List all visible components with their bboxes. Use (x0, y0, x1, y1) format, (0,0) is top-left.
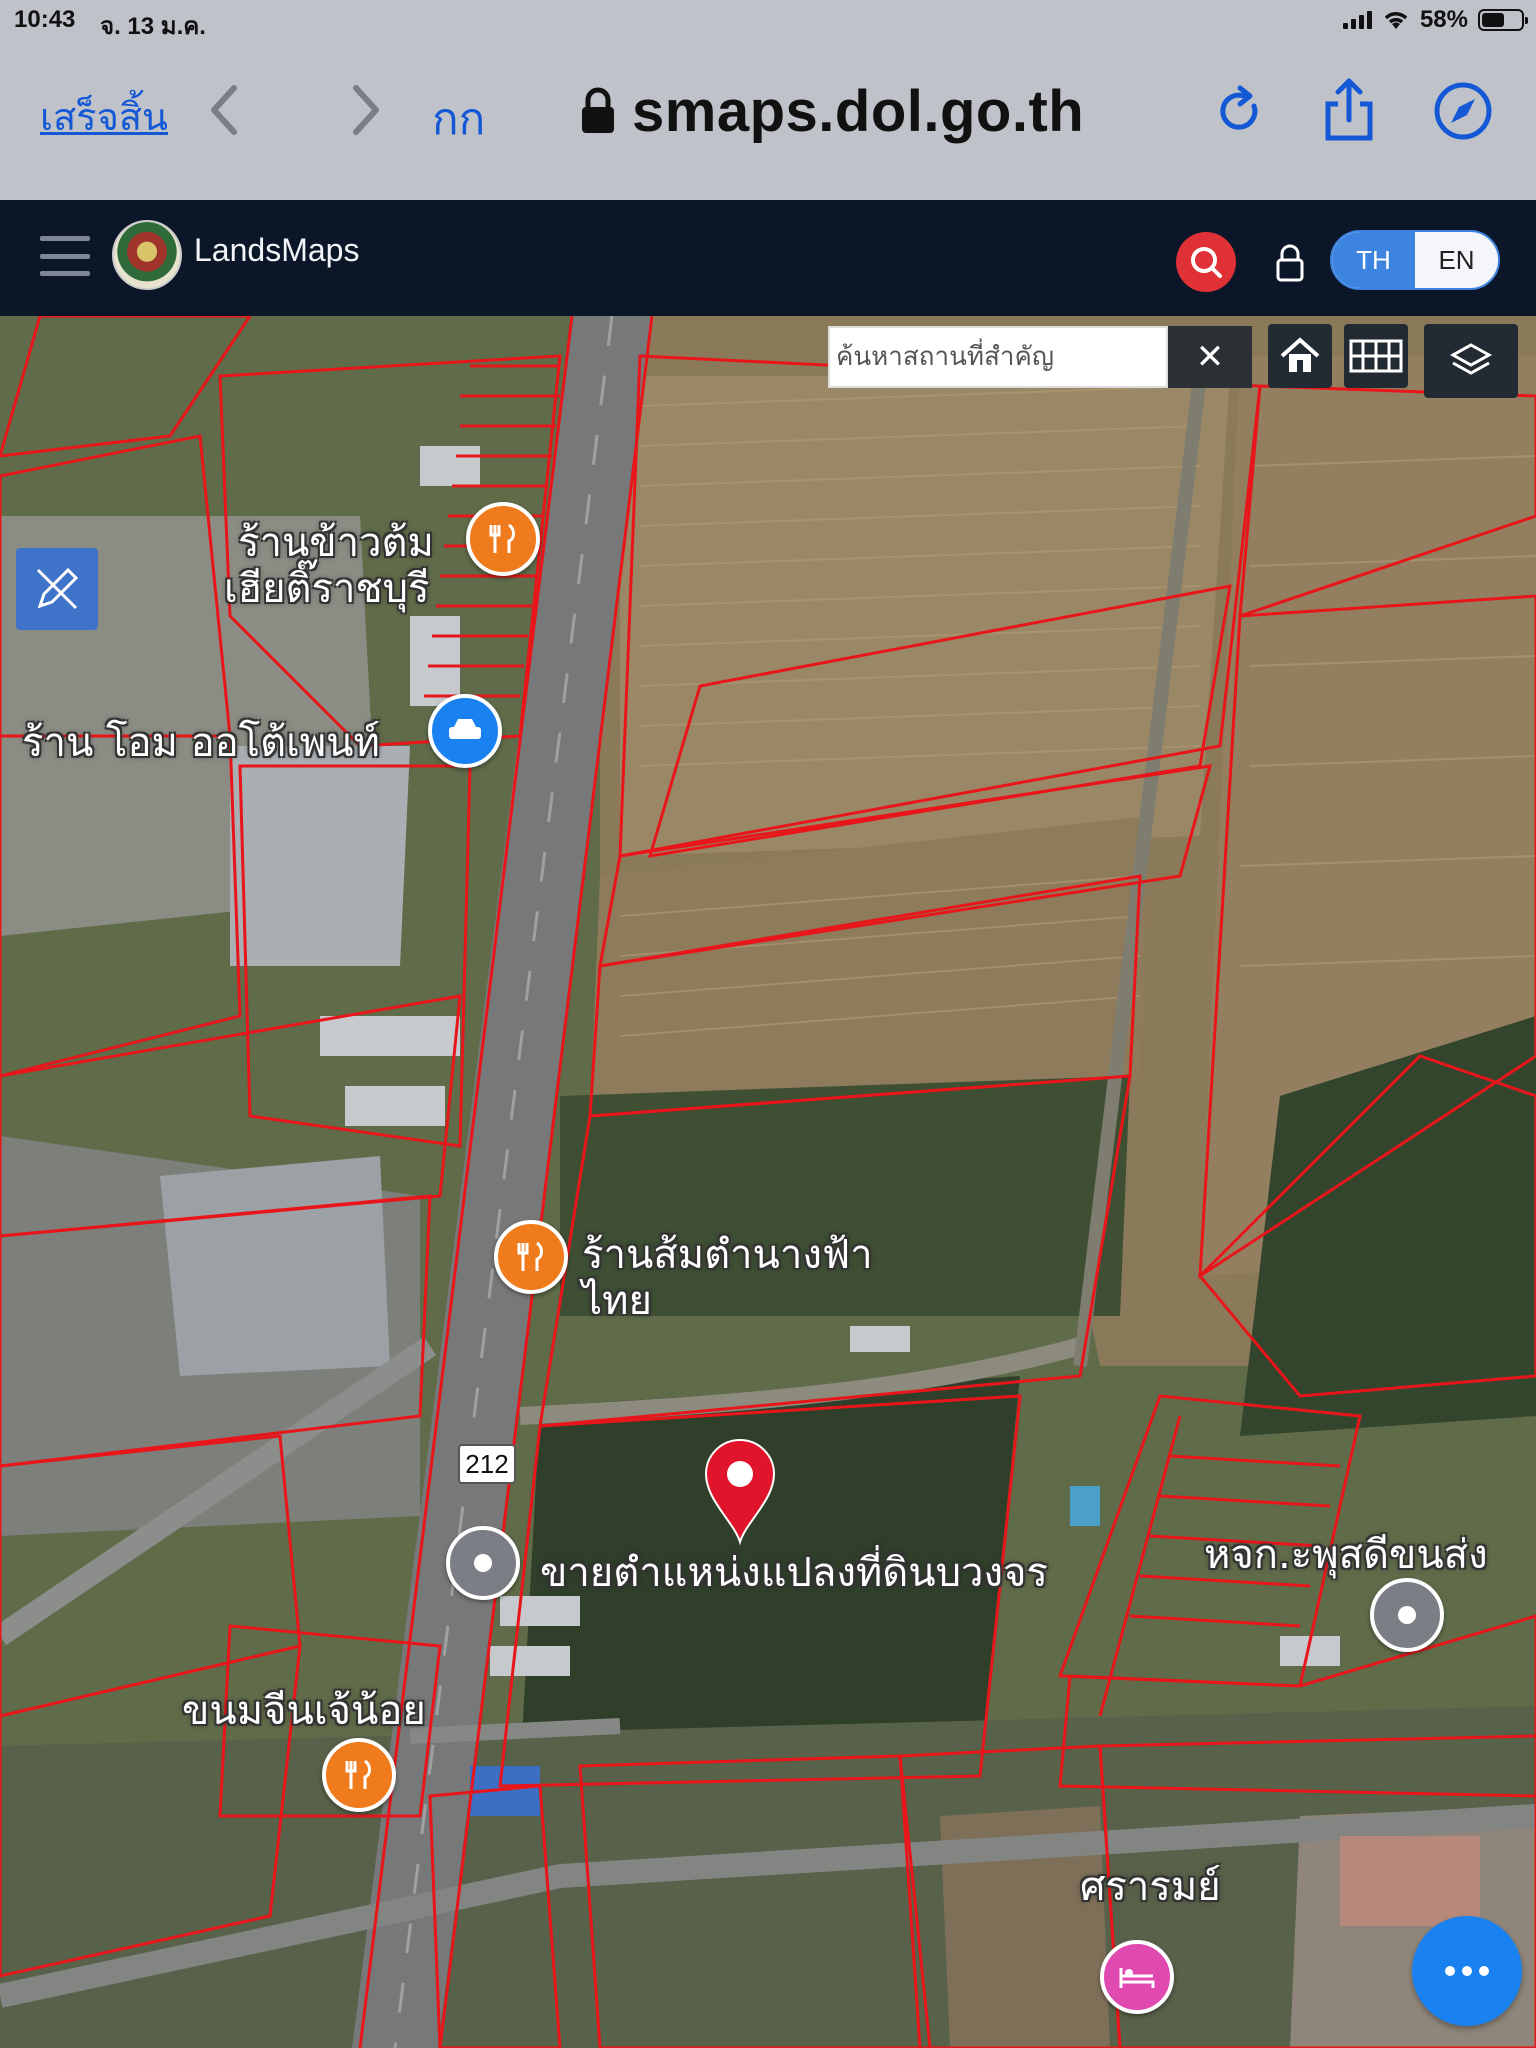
back-icon[interactable] (200, 80, 250, 140)
draw-tool-button[interactable] (16, 548, 98, 630)
fork-knife-icon (345, 1759, 371, 1789)
fork-knife-icon (517, 1241, 543, 1271)
place-poi-icon[interactable] (446, 1526, 520, 1600)
search-icon (1191, 247, 1222, 278)
more-dots-icon (1445, 1966, 1489, 1976)
restaurant-poi-icon[interactable] (494, 1220, 568, 1294)
restaurant-poi-icon[interactable] (322, 1738, 396, 1812)
battery-percent: 58% (1419, 6, 1468, 33)
layers-icon (1449, 343, 1493, 375)
chat-button[interactable] (1412, 1916, 1522, 2026)
search-button[interactable] (1176, 232, 1236, 292)
map-label: เฮียติ๊ราชบุรี (224, 566, 430, 612)
department-logo (112, 220, 182, 290)
map-label: ร้าน โอม ออโต้เพนท์ (22, 720, 380, 766)
wifi-icon (1384, 12, 1408, 29)
browser-toolbar: เสร็จสิ้น กก smaps.dol.go.th (0, 40, 1536, 200)
menu-icon[interactable] (40, 236, 90, 276)
place-search-box: ✕ (828, 326, 1252, 388)
lang-en-button[interactable]: EN (1415, 232, 1498, 288)
place-poi-icon[interactable] (1370, 1578, 1444, 1652)
pencil-ruler-icon (36, 567, 79, 610)
language-toggle: TH EN (1330, 230, 1500, 290)
app-header: LandsMaps TH EN (0, 200, 1536, 316)
share-icon[interactable] (1314, 76, 1384, 146)
map-label: ไทย (582, 1278, 652, 1324)
fork-knife-icon (489, 523, 515, 553)
forward-icon[interactable] (340, 80, 390, 140)
lock-icon (582, 87, 614, 133)
address-bar[interactable]: smaps.dol.go.th (580, 76, 1084, 146)
app-title: LandsMaps (194, 232, 360, 268)
compass-icon[interactable] (1428, 76, 1498, 146)
text-size-button[interactable]: กก (432, 84, 485, 154)
map-canvas[interactable]: ✕ 212 ร้านข้าวต้ม เฮียติ๊ราชบุรี ร้าน โอ… (0, 316, 1536, 2048)
car-repair-poi-icon[interactable] (428, 694, 502, 768)
status-indicators: 58% (1342, 6, 1528, 34)
map-label: หจก.ะพุสดีขนส่ง (1204, 1532, 1488, 1578)
map-label: ขนมจีนเจ้น้อย (182, 1688, 426, 1734)
home-button[interactable] (1268, 324, 1332, 388)
hotel-poi-icon[interactable] (1100, 1940, 1174, 2014)
location-pin-icon[interactable] (700, 1436, 780, 1546)
layers-button[interactable] (1424, 324, 1518, 398)
restaurant-poi-icon[interactable] (466, 502, 540, 576)
dot-icon (1398, 1606, 1416, 1624)
status-bar: 10:43 จ. 13 ม.ค. 58% (0, 0, 1536, 40)
url-text: smaps.dol.go.th (632, 78, 1085, 144)
grid-icon (1349, 339, 1403, 373)
map-label: ขายตำแหน่งแปลงที่ดินบวงจร (540, 1550, 1048, 1596)
signal-icon (1342, 11, 1372, 29)
clear-search-button[interactable]: ✕ (1168, 326, 1252, 388)
reload-icon[interactable] (1204, 76, 1274, 146)
place-search-input[interactable] (828, 326, 1168, 388)
highway-shield: 212 (458, 1444, 516, 1484)
lang-th-button[interactable]: TH (1332, 232, 1415, 288)
grid-button[interactable] (1344, 324, 1408, 388)
car-icon (449, 719, 481, 739)
bed-icon (1119, 1968, 1155, 1988)
map-label: ศรารมย์ (1080, 1864, 1221, 1910)
login-lock-icon[interactable] (1270, 240, 1310, 284)
dot-icon (474, 1554, 492, 1572)
home-icon (1280, 337, 1320, 372)
battery-icon (1478, 9, 1528, 31)
status-time: 10:43 (14, 6, 76, 33)
done-button[interactable]: เสร็จสิ้น (40, 86, 168, 147)
